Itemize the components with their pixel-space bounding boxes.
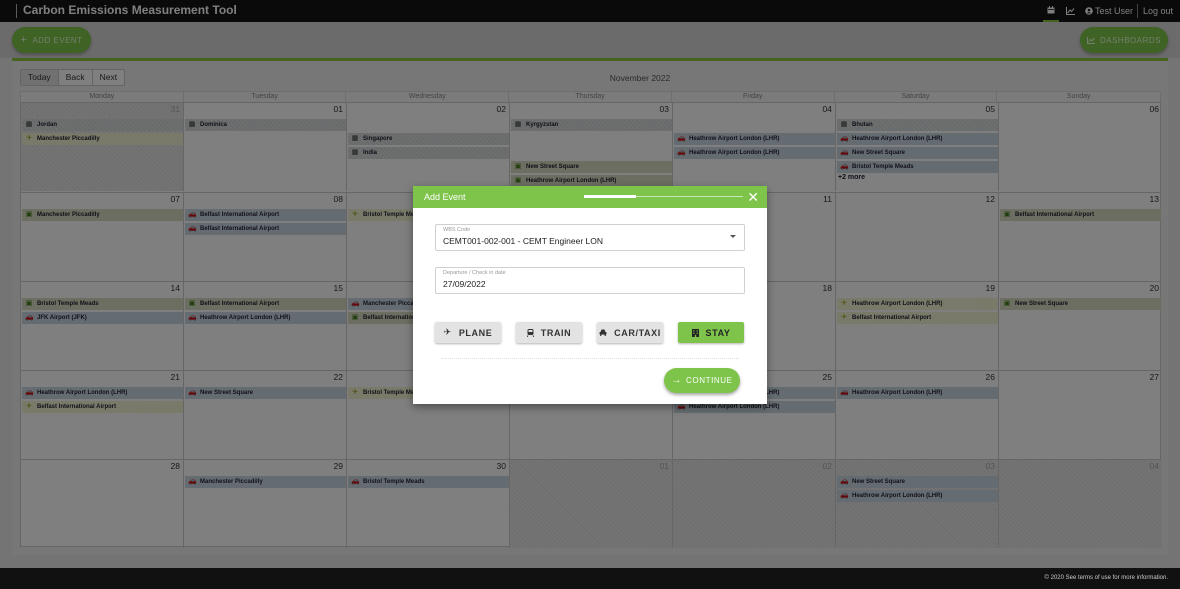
train-button[interactable]: TRAIN: [516, 322, 582, 343]
wbs-code-label: WBS Code: [443, 227, 471, 233]
stay-button[interactable]: STAY: [678, 322, 744, 343]
close-icon[interactable]: ✕: [747, 189, 759, 206]
building-icon: [691, 328, 699, 337]
continue-button[interactable]: → CONTINUE: [664, 368, 740, 393]
modal-title: Add Event: [424, 192, 466, 202]
footer-text: © 2020 See terms of use for more informa…: [1044, 575, 1168, 581]
train-label: TRAIN: [540, 327, 572, 338]
train-icon: [526, 328, 534, 337]
wbs-code-select[interactable]: WBS Code CEMT001-002-001 - CEMT Engineer…: [435, 224, 745, 251]
car-taxi-label: CAR/TAXI: [614, 327, 661, 338]
step-progress: [584, 195, 743, 198]
step-progress-fill: [584, 195, 637, 198]
modal-divider: [441, 358, 739, 359]
arrow-right-icon: →: [671, 375, 683, 386]
departure-date-label: Departure / Check in date: [443, 270, 506, 276]
wbs-code-value: CEMT001-002-001 - CEMT Engineer LON: [443, 236, 603, 246]
departure-date-input[interactable]: [443, 279, 713, 289]
continue-label: CONTINUE: [686, 376, 733, 385]
departure-date-field[interactable]: Departure / Check in date: [435, 267, 745, 294]
add-event-modal: Add Event ✕ WBS Code CEMT001-002-001 - C…: [413, 186, 767, 404]
chevron-down-icon: [730, 235, 736, 238]
car-icon: [599, 329, 607, 336]
plane-icon: ✈: [443, 327, 452, 337]
page-footer: © 2020 See terms of use for more informa…: [0, 568, 1180, 589]
car-taxi-button[interactable]: CAR/TAXI: [597, 322, 663, 343]
plane-button[interactable]: ✈ PLANE: [435, 322, 501, 343]
stay-label: STAY: [705, 327, 731, 338]
modal-header: Add Event ✕: [413, 186, 767, 208]
plane-label: PLANE: [458, 327, 493, 338]
